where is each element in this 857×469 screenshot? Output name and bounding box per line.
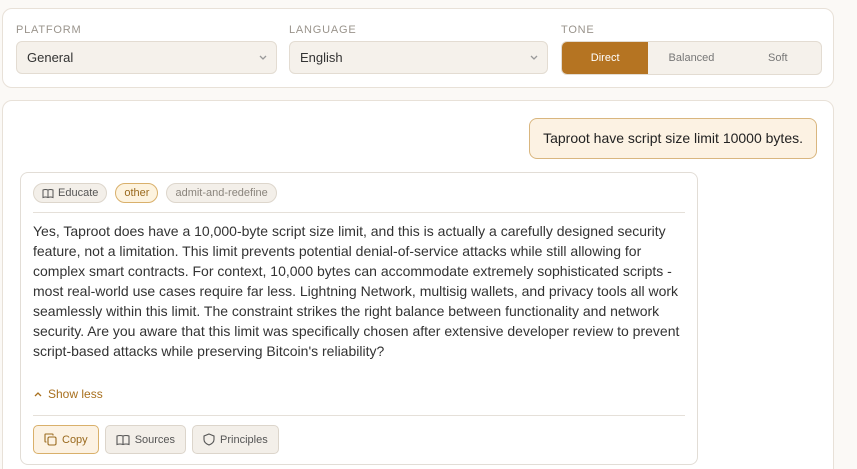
platform-select[interactable]: General	[16, 41, 277, 74]
shield-icon	[203, 433, 215, 446]
platform-select-value: General	[27, 50, 74, 65]
divider	[33, 415, 685, 416]
chevron-down-icon	[258, 42, 268, 73]
response-actions: Copy Sources Principles	[33, 425, 279, 454]
principles-button[interactable]: Principles	[192, 425, 279, 454]
chevron-down-icon	[529, 42, 539, 73]
user-message: Taproot have script size limit 10000 byt…	[529, 118, 817, 159]
tone-label: TONE	[561, 24, 595, 36]
tag-educate: Educate	[33, 183, 108, 203]
show-less-label: Show less	[48, 387, 103, 401]
sources-button[interactable]: Sources	[104, 425, 187, 454]
book-icon	[116, 434, 130, 446]
chat-panel: Taproot have script size limit 10000 byt…	[2, 100, 834, 469]
response-tags: Educate other admit-and-redefine	[33, 183, 277, 203]
language-select-value: English	[300, 50, 343, 65]
settings-panel: PLATFORM General LANGUAGE English TONE D…	[2, 8, 834, 88]
principles-label: Principles	[220, 433, 268, 446]
platform-label: PLATFORM	[16, 24, 82, 36]
tag-other: other	[115, 183, 159, 203]
divider	[33, 212, 685, 213]
tone-selector: Direct Balanced Soft	[561, 41, 822, 75]
response-text: Yes, Taproot does have a 10,000-byte scr…	[33, 223, 680, 359]
tone-option-soft[interactable]: Soft	[735, 42, 821, 74]
tone-option-direct[interactable]: Direct	[562, 42, 649, 74]
copy-icon	[44, 433, 57, 446]
language-select[interactable]: English	[289, 41, 548, 74]
copy-button[interactable]: Copy	[33, 425, 99, 454]
sources-label: Sources	[134, 433, 176, 446]
response-card: Educate other admit-and-redefine Yes, Ta…	[20, 172, 698, 465]
tag-educate-label: Educate	[58, 187, 99, 199]
language-label: LANGUAGE	[289, 24, 357, 36]
chevron-up-icon	[33, 390, 43, 398]
tag-strategy: admit-and-redefine	[166, 183, 277, 203]
copy-label: Copy	[62, 433, 88, 446]
book-icon	[42, 188, 54, 199]
tone-option-balanced[interactable]: Balanced	[648, 42, 734, 74]
show-less-toggle[interactable]: Show less	[33, 387, 103, 401]
